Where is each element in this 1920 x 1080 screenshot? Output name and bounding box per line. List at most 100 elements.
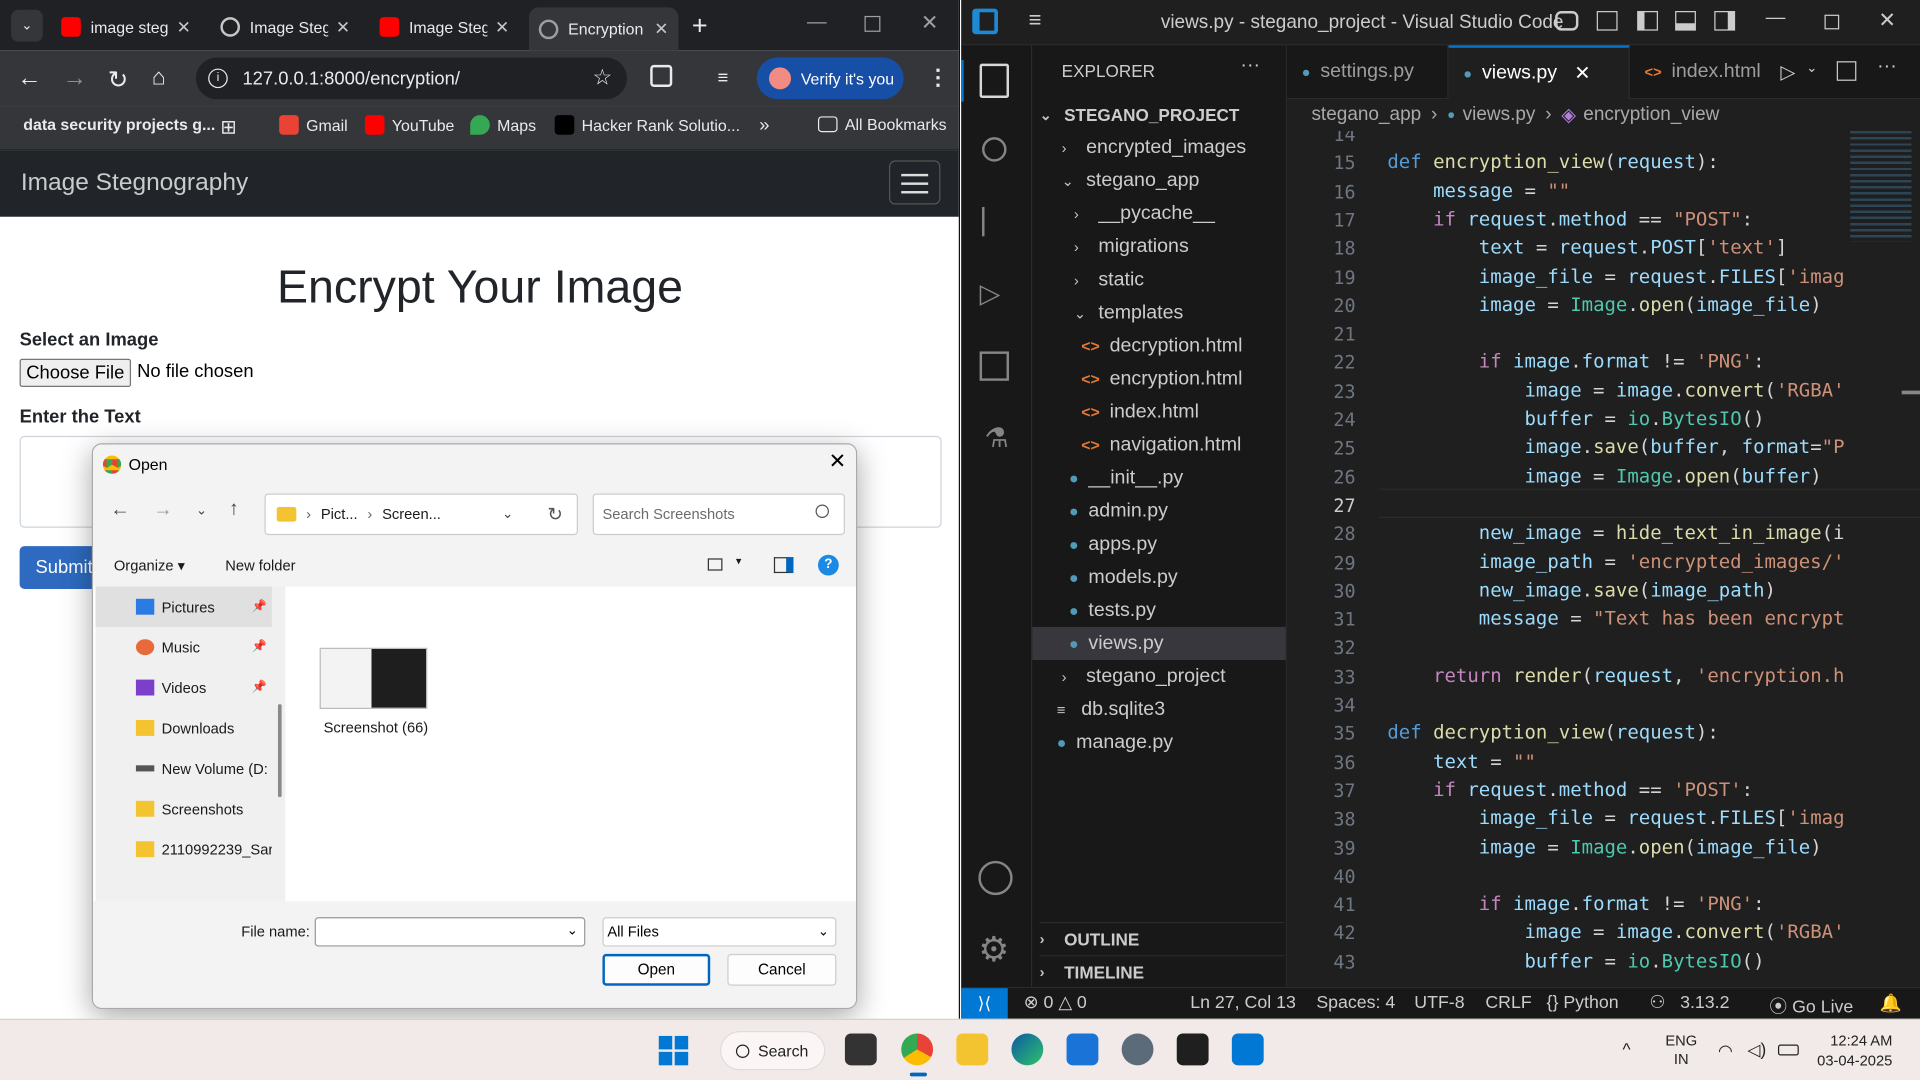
cancel-button[interactable]: Cancel [727,953,837,986]
all-bookmarks[interactable]: All Bookmarks [817,115,947,133]
tree-folder-stegano-project[interactable]: › stegano_project [1062,660,1226,693]
tree-file-decryption-html[interactable]: <> decryption.html [1081,329,1242,362]
battery-icon[interactable] [1777,1044,1799,1056]
tree-file-views-py[interactable]: ● views.py [1069,627,1164,660]
recent-dropdown-icon[interactable]: ⌄ [196,502,207,518]
bookmark-hackerrank[interactable]: Hacker Rank Solutio... [554,115,740,135]
minimap[interactable] [1850,131,1912,242]
choose-file-button[interactable]: Choose File [19,358,132,387]
toggle-secondary-sidebar-icon[interactable] [1714,11,1736,31]
close-tab-icon[interactable]: ✕ [495,17,509,38]
menu-hamburger-icon[interactable]: ≡ [1029,7,1042,33]
preview-pane-icon[interactable] [773,557,794,574]
toggle-sidebar-icon[interactable] [1637,11,1658,31]
path-segment-screenshots[interactable]: Screen... [382,506,441,523]
site-info-icon[interactable]: i [208,68,228,89]
minimize-button[interactable]: — [1766,7,1786,29]
bookmark-youtube[interactable]: YouTube [364,115,454,135]
run-debug-icon[interactable]: ▷ [980,278,1001,310]
customize-layout-icon[interactable] [1596,11,1618,31]
start-windows-icon[interactable] [658,1035,689,1066]
menu-kebab-icon[interactable]: ⋮ [927,65,949,91]
tree-file-index-html[interactable]: <> index.html [1081,396,1199,429]
bookmark-gmail[interactable]: Gmail [279,115,348,135]
breadcrumb-folder[interactable]: stegano_app [1311,104,1421,126]
account-icon[interactable] [978,860,1013,896]
nav-item-downloads[interactable]: Downloads [96,708,272,748]
notifications-bell-icon[interactable]: 🔔 [1880,993,1902,1014]
tab-search-button[interactable]: ⌄ [11,9,43,42]
tab-image-steg-2[interactable]: Image Steg ✕ [211,9,360,46]
clock[interactable]: 12:24 AM 03-04-2025 [1817,1031,1892,1070]
file-name-input[interactable]: ⌄ [314,917,586,947]
path-bar[interactable]: › Pict... › Screen... ⌄ ↻ [264,493,578,536]
explorer-icon[interactable] [979,63,1009,98]
address-bar[interactable]: i 127.0.0.1:8000/encryption/ ☆ [195,57,627,100]
minimize-button[interactable]: — [807,12,827,34]
home-button[interactable]: ⌂ [152,65,166,92]
close-tab-icon[interactable]: ✕ [336,17,350,38]
chrome-taskbar-icon[interactable] [901,1033,934,1066]
tab-encryption[interactable]: Encryption ✕ [528,7,679,51]
back-arrow-icon[interactable]: ← [110,500,130,522]
tree-file-admin-py[interactable]: ● admin.py [1069,495,1168,528]
back-button[interactable]: ← [17,65,41,93]
language-mode[interactable]: {} Python [1547,993,1619,1013]
file-explorer-icon[interactable] [956,1033,989,1066]
nav-item-screenshots[interactable]: Screenshots [96,789,272,829]
apps-grid-icon[interactable]: ⊞ [220,115,236,139]
project-root[interactable]: ⌄ STEGANO_PROJECT [1040,98,1240,131]
problems-indicator[interactable]: ⊗ 0 △ 0 [1024,993,1087,1013]
nav-item-music[interactable]: Music 📌 [96,627,272,667]
edge-icon[interactable] [1011,1033,1044,1066]
tree-file-models-py[interactable]: ● models.py [1069,561,1178,594]
new-folder-button[interactable]: New folder [225,557,295,574]
close-dialog-button[interactable]: ✕ [829,449,846,473]
tree-file-apps-py[interactable]: ● apps.py [1069,528,1157,561]
tree-folder-migrations[interactable]: › migrations [1074,230,1189,263]
help-icon[interactable]: ? [817,554,839,576]
tab-index-html[interactable]: <> index.html [1630,45,1774,99]
view-options-icon[interactable] [707,558,723,571]
tree-file-init-py[interactable]: ● __init__.py [1069,462,1183,495]
path-segment-pictures[interactable]: Pict... [321,506,358,523]
close-tab-icon[interactable]: ✕ [654,18,668,39]
nav-item-student-folder[interactable]: 2110992239_Sar [96,829,272,869]
split-editor-icon[interactable] [1836,61,1857,81]
indentation[interactable]: Spaces: 4 [1316,993,1395,1013]
extensions-icon[interactable] [979,351,1009,381]
vscode-taskbar-icon[interactable] [1231,1033,1264,1066]
tree-folder-stegano-app[interactable]: ⌄ stegano_app [1062,164,1200,197]
python-interpreter[interactable]: ⚇ 3.13.2 [1649,993,1729,1013]
verify-identity-button[interactable]: Verify it's you [756,57,904,100]
more-bookmarks-icon[interactable]: » [759,115,769,136]
code-editor[interactable]: 14 15 16 17 18 19 20 21 22 23 24 25 26 27 28 29 30 31 32 33… [1286,131,1920,987]
tree-file-tests-py[interactable]: ● tests.py [1069,594,1156,627]
close-window-button[interactable]: ✕ [921,11,938,35]
testing-icon[interactable]: ⚗ [984,422,1008,454]
tree-file-manage-py[interactable]: ● manage.py [1057,726,1173,759]
chevron-down-icon[interactable]: ⌄ [567,922,578,938]
tray-overflow-icon[interactable]: ^ [1622,1040,1630,1060]
timeline-section[interactable]: › TIMELINE [1039,955,1285,988]
tree-file-db-sqlite3[interactable]: ≡ db.sqlite3 [1057,693,1165,726]
nav-scrollbar[interactable] [277,704,282,798]
bookmark-star-icon[interactable]: ☆ [592,65,612,91]
cursor-position[interactable]: Ln 27, Col 13 [1190,993,1296,1013]
go-live-button[interactable]: ⦿ Go Live [1769,993,1853,1019]
nav-item-videos[interactable]: Videos 📌 [96,667,272,707]
nav-item-pictures[interactable]: Pictures 📌 [95,586,272,627]
tree-folder-encrypted-images[interactable]: › encrypted_images [1062,131,1247,164]
view-dropdown-icon[interactable]: ▾ [736,555,742,568]
reload-button[interactable]: ↻ [108,65,129,96]
remote-indicator[interactable]: ⟩⟨ [961,988,1008,1019]
nav-item-new-volume[interactable]: New Volume (D: [96,748,272,788]
tab-settings-py[interactable]: ● settings.py [1287,45,1449,100]
tree-folder-static[interactable]: › static [1074,263,1144,296]
hamburger-menu-button[interactable] [888,160,941,205]
extensions-icon[interactable] [650,64,673,87]
editor-scrollbar[interactable] [1901,390,1920,395]
tab-image-steg-3[interactable]: Image Steg ✕ [370,9,519,46]
new-tab-button[interactable]: + [692,10,708,42]
run-dropdown-icon[interactable]: ⌄ [1806,60,1817,76]
